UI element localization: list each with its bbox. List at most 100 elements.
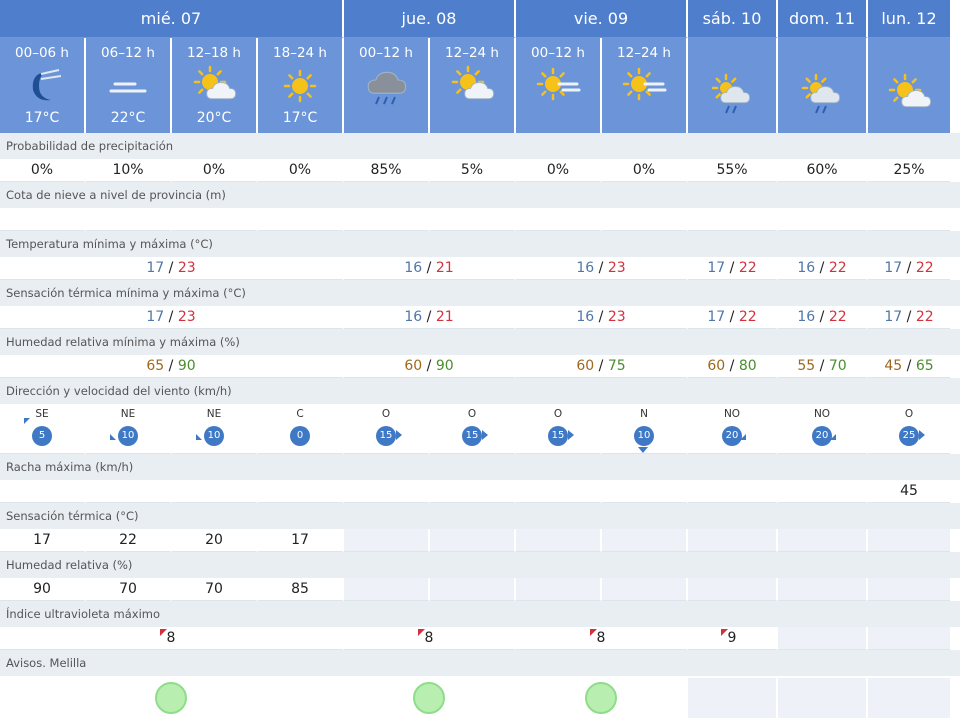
humid-max: 90 [177,358,196,374]
wind-direction: NE [206,408,222,420]
alert-cell[interactable] [516,678,688,718]
period-header-9[interactable] [778,38,868,133]
day-header-3[interactable]: sáb. 10 [688,0,778,38]
slash: / [164,309,178,325]
period-header-1[interactable]: 06–12 h 22°C [86,38,172,133]
gust-cell: 45 [868,480,950,503]
feelp-cell [344,529,430,552]
precip-cell: 60% [778,159,868,182]
wind-speed-badge: 10 [110,426,138,446]
humid-cell: 65 / 90 [0,355,344,378]
humid-min: 60 [576,358,595,374]
uv-value: 8 [596,630,606,646]
day-header-0[interactable]: mié. 07 [0,0,344,38]
wind-speed-badge: 10 [634,426,654,453]
label-humid: Humedad relativa mínima y máxima (%) [0,329,960,355]
humidp-value: 90 [33,581,51,597]
gust-cell [86,480,172,503]
sun-icon [277,64,323,108]
wind-cell: C0 [258,404,344,454]
precip-value: 5% [460,162,484,178]
day-label: jue. 08 [401,9,457,28]
day-header-1[interactable]: jue. 08 [344,0,516,38]
temp-min: 16 [797,260,816,276]
period-header-10[interactable] [868,38,950,133]
snow-cell [258,208,344,231]
humid-cell: 60 / 80 [688,355,778,378]
temp-max: 22 [828,260,847,276]
sun-cloud-icon [191,64,237,108]
day-header-5[interactable]: lun. 12 [868,0,950,38]
label-uv: Índice ultravioleta máximo [0,601,960,627]
feel-max: 22 [915,309,934,325]
feel-max: 23 [177,309,196,325]
temp-max: 23 [177,260,196,276]
period-temp: 20°C [196,110,232,126]
alert-green-icon[interactable] [155,682,187,714]
period-header-5[interactable]: 12–24 h [430,38,516,133]
snow-cell [86,208,172,231]
precip-value: 0% [546,162,570,178]
label-gust: Racha máxima (km/h) [0,454,960,480]
label-wind: Dirección y velocidad del viento (km/h) [0,378,960,404]
wind-speed-badge: 20 [812,426,836,446]
alert-cell[interactable] [344,678,516,718]
period-header-7[interactable]: 12–24 h [602,38,688,133]
wind-direction: C [296,408,304,420]
period-header-8[interactable] [688,38,778,133]
humidp-cell [344,578,430,601]
sun-rain-cloud-icon [799,72,845,116]
snow-cell [778,208,868,231]
label-snow: Cota de nieve a nivel de provincia (m) [0,182,960,208]
wind-cell: NO 20 [778,404,868,454]
wind-direction: NE [120,408,136,420]
alert-green-icon[interactable] [413,682,445,714]
row-feel: 17 / 23 16 / 21 16 / 23 17 / 22 16 / 22 17 / … [0,306,960,329]
slash: / [422,260,436,276]
wind-cell: NE 10 [86,404,172,454]
feel-min: 16 [797,309,816,325]
feel-min: 17 [707,309,726,325]
uv-flag-icon [418,629,425,636]
day-label: lun. 12 [881,9,937,28]
period-temp: 17°C [282,110,318,126]
period-header-2[interactable]: 12–18 h 20°C [172,38,258,133]
period-header-4[interactable]: 00–12 h [344,38,430,133]
slash: / [422,358,436,374]
snow-cell [516,208,602,231]
precip-value: 0% [30,162,54,178]
uv-cell [778,627,868,650]
alert-green-icon[interactable] [585,682,617,714]
uv-cell [868,627,950,650]
alert-cell[interactable] [0,678,344,718]
wind-cell: O 15 [430,404,516,454]
wind-speed-badge: 5 [24,418,52,446]
period-header-0[interactable]: 00–06 h 17°C [0,38,86,133]
feelp-value: 17 [33,532,51,548]
wind-cell: NO 20 [688,404,778,454]
temp-max: 23 [607,260,626,276]
precip-value: 55% [716,162,748,178]
feelp-cell: 22 [86,529,172,552]
humidp-value: 70 [119,581,137,597]
period-label: 12–24 h [617,45,671,61]
snow-cell [344,208,430,231]
period-temp: 17°C [24,110,60,126]
slash: / [422,309,436,325]
label-feel: Sensación térmica mínima y máxima (°C) [0,280,960,306]
humid-min: 60 [707,358,726,374]
humid-max: 70 [828,358,847,374]
wind-arrow-icon [110,434,116,440]
period-header-3[interactable]: 18–24 h 17°C [258,38,344,133]
period-header-6[interactable]: 00–12 h [516,38,602,133]
day-label: vie. 09 [573,9,629,28]
feel-max: 23 [607,309,626,325]
precip-cell: 10% [86,159,172,182]
wind-speed-badge: 15 [462,426,488,446]
slash: / [725,358,739,374]
wind-speed-badge: 10 [196,426,224,446]
row-humid: 65 / 90 60 / 90 60 / 75 60 / 80 55 / 70 45 / … [0,355,960,378]
day-header-2[interactable]: vie. 09 [516,0,688,38]
day-header-4[interactable]: dom. 11 [778,0,868,38]
precip-cell: 55% [688,159,778,182]
